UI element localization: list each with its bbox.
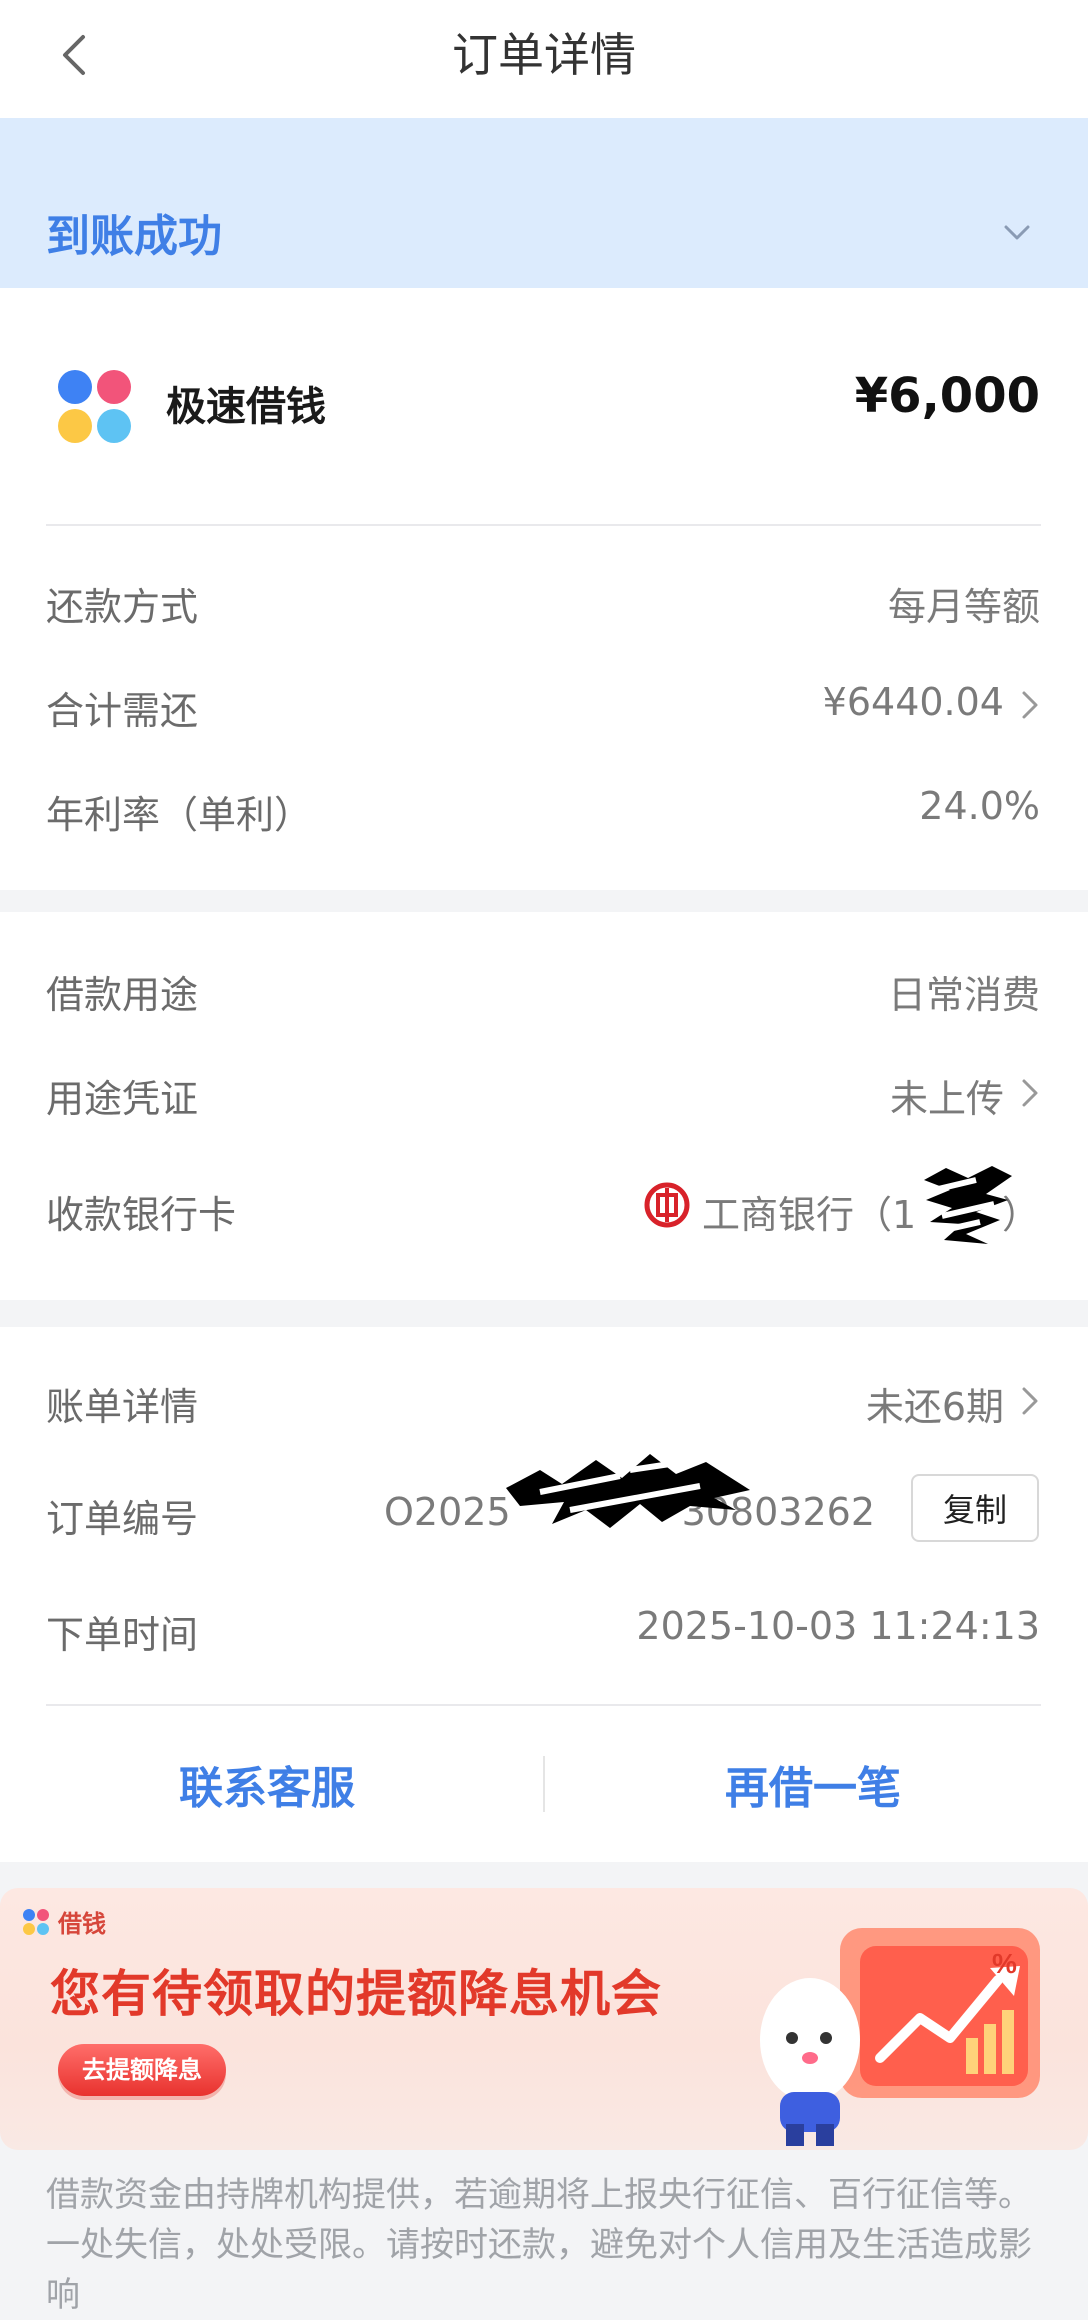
chevron-right-icon[interactable] xyxy=(1020,688,1040,722)
app-logo-icon xyxy=(58,370,131,443)
banner-cta-button[interactable]: 去提额降息 xyxy=(58,2044,226,2096)
order-time-label: 下单时间 xyxy=(46,1613,199,1657)
top-bar: 订单详情 xyxy=(0,0,1088,118)
purpose-proof-label: 用途凭证 xyxy=(46,1077,199,1121)
bank-card-value: 工商银行（1 xyxy=(702,1193,917,1237)
annual-rate-value: 24.0% xyxy=(919,784,1040,828)
percent-symbol: % xyxy=(992,1948,1017,1979)
borrow-again-button[interactable]: 再借一笔 xyxy=(725,1752,901,1816)
loan-amount: ¥6,000 xyxy=(854,368,1040,424)
redaction-mark xyxy=(506,1454,750,1528)
bill-detail-value[interactable]: 未还6期 xyxy=(866,1376,1004,1431)
bill-detail-label: 账单详情 xyxy=(46,1385,199,1429)
chevron-down-icon[interactable] xyxy=(1000,216,1034,250)
order-number-label: 订单编号 xyxy=(46,1497,199,1541)
chevron-right-icon[interactable] xyxy=(1020,1076,1040,1110)
order-number-prefix: O2025 xyxy=(384,1490,511,1534)
icbc-bank-icon xyxy=(644,1182,690,1228)
repay-method-label: 还款方式 xyxy=(46,585,199,629)
loan-purpose-value: 日常消费 xyxy=(887,973,1040,1017)
divider xyxy=(46,524,1041,526)
mascot-illustration: % xyxy=(760,1928,1040,2146)
annual-rate-label: 年利率（单利） xyxy=(46,793,313,837)
copy-button[interactable]: 复制 xyxy=(911,1474,1039,1542)
total-repay-label: 合计需还 xyxy=(46,689,199,733)
status-text: 到账成功 xyxy=(46,211,222,262)
page-title: 订单详情 xyxy=(452,28,636,82)
divider xyxy=(46,1704,1041,1706)
loan-purpose-label: 借款用途 xyxy=(46,973,199,1017)
product-name: 极速借钱 xyxy=(166,384,326,430)
action-separator xyxy=(543,1756,545,1812)
brand-logo-icon xyxy=(23,1909,49,1935)
repay-method-value: 每月等额 xyxy=(887,585,1040,629)
redaction-mark xyxy=(924,1166,1012,1244)
order-time-value: 2025-10-03 11:24:13 xyxy=(636,1604,1040,1648)
banner-brand: 借钱 xyxy=(58,1910,106,1938)
chevron-right-icon[interactable] xyxy=(1020,1384,1040,1418)
disclaimer-text: 借款资金由持牌机构提供，若逾期将上报央行征信、百行征信等。一处失信，处处受限。请… xyxy=(46,2175,1032,2315)
contact-service-button[interactable]: 联系客服 xyxy=(179,1752,355,1816)
bank-card-label: 收款银行卡 xyxy=(46,1193,237,1237)
banner-title: 您有待领取的提额降息机会 xyxy=(50,1965,662,2023)
promo-banner[interactable]: 借钱 您有待领取的提额降息机会 去提额降息 % xyxy=(0,1888,1088,2150)
total-repay-value[interactable]: ¥6440.04 xyxy=(823,680,1004,724)
purpose-proof-value[interactable]: 未上传 xyxy=(890,1068,1004,1123)
